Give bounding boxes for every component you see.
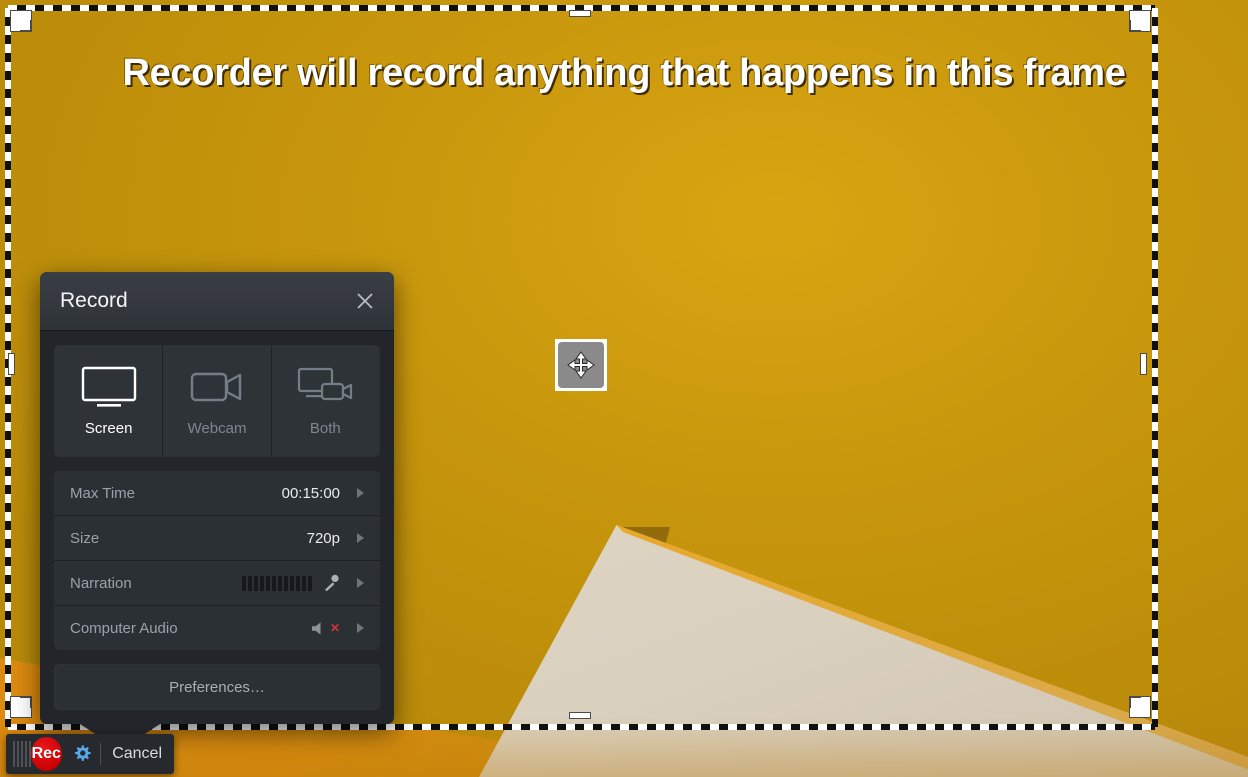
monitor-icon — [81, 366, 136, 407]
resize-handle-right-middle[interactable] — [1140, 353, 1147, 375]
screen-recorder-overlay: Recorder will record anything that happe… — [0, 0, 1248, 777]
record-mode-both[interactable]: Both — [272, 346, 379, 456]
setting-row-max-time[interactable]: Max Time 00:15:00 — [54, 471, 380, 516]
record-mode-screen[interactable]: Screen — [55, 346, 164, 456]
setting-value-max-time: 00:15:00 — [281, 484, 340, 502]
speaker-muted-wrap[interactable]: ✕ — [311, 621, 340, 636]
setting-row-narration[interactable]: Narration — [54, 561, 380, 606]
move-arrows-icon — [567, 351, 595, 379]
close-button[interactable] — [352, 288, 378, 314]
resize-handle-bottom-right-notch — [1130, 697, 1141, 708]
chevron-right-icon-size — [354, 532, 366, 544]
record-mode-screen-label: Screen — [84, 419, 133, 437]
resize-handle-bottom-right[interactable] — [1129, 696, 1151, 718]
preferences-button[interactable]: Preferences… — [54, 664, 380, 710]
recorder-toolbar: Rec Cancel — [6, 734, 174, 774]
record-mode-both-label: Both — [309, 419, 341, 437]
move-selection-handle-inner — [558, 342, 604, 388]
camcorder-icon — [190, 372, 242, 401]
record-panel: Record Screen Webcam Both Max Time 00:15… — [40, 272, 394, 750]
record-settings-list: Max Time 00:15:00 Size 720p Narration Co… — [54, 471, 380, 650]
setting-row-size[interactable]: Size 720p — [54, 516, 380, 561]
setting-value-size: 720p — [306, 529, 340, 547]
setting-label-narration: Narration — [70, 574, 132, 592]
gear-icon — [74, 745, 91, 761]
resize-handle-bottom-center[interactable] — [569, 712, 591, 719]
setting-row-computer-audio[interactable]: Computer Audio ✕ — [54, 606, 380, 650]
record-panel-header: Record — [40, 272, 394, 331]
move-selection-handle[interactable] — [555, 339, 607, 391]
wallpaper-bottom-strip — [0, 717, 1248, 777]
resize-handle-top-right-notch — [1130, 20, 1141, 31]
resize-handle-left-middle[interactable] — [8, 353, 15, 375]
record-panel-title: Record — [60, 289, 128, 312]
cancel-button[interactable]: Cancel — [100, 745, 174, 763]
resize-handle-top-left-notch — [20, 20, 31, 31]
setting-label-max-time: Max Time — [70, 484, 136, 502]
record-mode-webcam[interactable]: Webcam — [163, 346, 272, 456]
settings-button[interactable] — [72, 744, 92, 764]
close-icon — [357, 293, 373, 309]
record-mode-selector: Screen Webcam Both — [54, 345, 380, 457]
chevron-right-icon-narration — [354, 577, 366, 589]
speaker-muted-icon — [311, 622, 321, 634]
record-mode-webcam-label: Webcam — [187, 419, 247, 437]
setting-label-computer-audio: Computer Audio — [70, 619, 178, 637]
resize-handle-bottom-left[interactable] — [10, 696, 32, 718]
chevron-right-icon-computer-audio — [354, 622, 366, 634]
toolbar-drag-grip[interactable] — [13, 741, 31, 767]
microphone-icon-wrap[interactable] — [322, 574, 340, 592]
setting-label-size: Size — [70, 529, 100, 547]
record-button[interactable]: Rec — [31, 737, 62, 771]
resize-handle-top-right[interactable] — [1129, 10, 1151, 32]
chevron-right-icon-max-time — [354, 487, 366, 499]
monitor-and-camcorder-icon — [298, 367, 353, 400]
narration-level-meter — [242, 575, 312, 591]
resize-handle-bottom-left-notch — [20, 697, 31, 708]
resize-handle-top-left[interactable] — [10, 10, 32, 32]
frame-banner-text: Recorder will record anything that happe… — [122, 52, 1126, 94]
microphone-icon — [325, 574, 339, 592]
record-panel-body: Screen Webcam Both Max Time 00:15:00 Siz… — [40, 331, 394, 724]
resize-handle-top-center[interactable] — [569, 10, 591, 17]
mute-x-icon: ✕ — [329, 621, 340, 635]
